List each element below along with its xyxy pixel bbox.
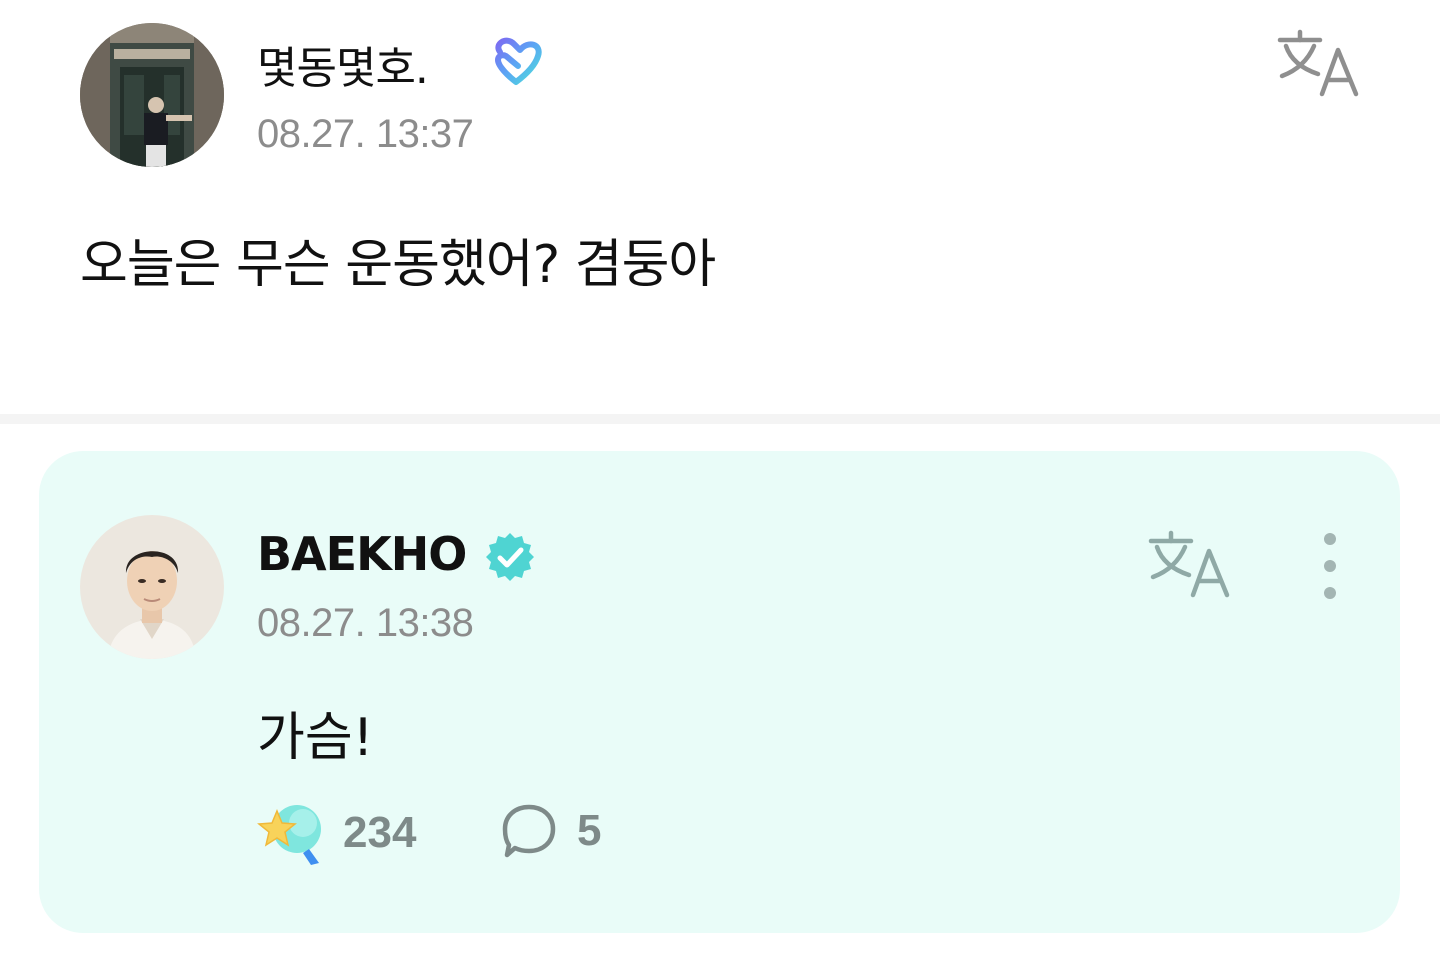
- lightstick-reaction-icon: [257, 805, 321, 865]
- dot: [1324, 587, 1336, 599]
- post-author-avatar[interactable]: [80, 23, 224, 167]
- post-author-name[interactable]: 몇동몇호.: [257, 32, 429, 96]
- reaction-count: 234: [343, 808, 417, 857]
- artist-reply-card[interactable]: BAEKHO 08.27. 13:38 가슴! 234 5: [39, 451, 1400, 933]
- page: 몇동몇호. 08.27. 13:37 오늘은 무슨 운동했어? 겸둥아 BAEK…: [0, 0, 1440, 959]
- more-vertical-icon[interactable]: [1305, 533, 1355, 599]
- comment-button[interactable]: 5: [499, 801, 601, 861]
- post: 몇동몇호. 08.27. 13:37 오늘은 무슨 운동했어? 겸둥아: [0, 0, 1440, 414]
- reply-author-avatar[interactable]: [80, 515, 224, 659]
- comment-bubble-icon: [502, 804, 556, 858]
- translate-icon[interactable]: [1276, 28, 1360, 98]
- comment-count: 5: [577, 806, 602, 855]
- dot: [1324, 533, 1336, 545]
- reply-body: 가슴!: [257, 708, 374, 768]
- post-body: 오늘은 무슨 운동했어? 겸둥아: [80, 235, 716, 295]
- translate-icon[interactable]: [1147, 529, 1231, 599]
- reaction-button[interactable]: 234: [257, 801, 416, 865]
- reply-author-name[interactable]: BAEKHO: [257, 527, 467, 581]
- fan-heart-badge-icon: [495, 37, 542, 85]
- reply-timestamp: 08.27. 13:38: [257, 601, 474, 645]
- verified-badge-icon: [486, 533, 534, 581]
- dot: [1324, 560, 1336, 572]
- post-timestamp: 08.27. 13:37: [257, 112, 474, 156]
- section-divider: [0, 414, 1440, 424]
